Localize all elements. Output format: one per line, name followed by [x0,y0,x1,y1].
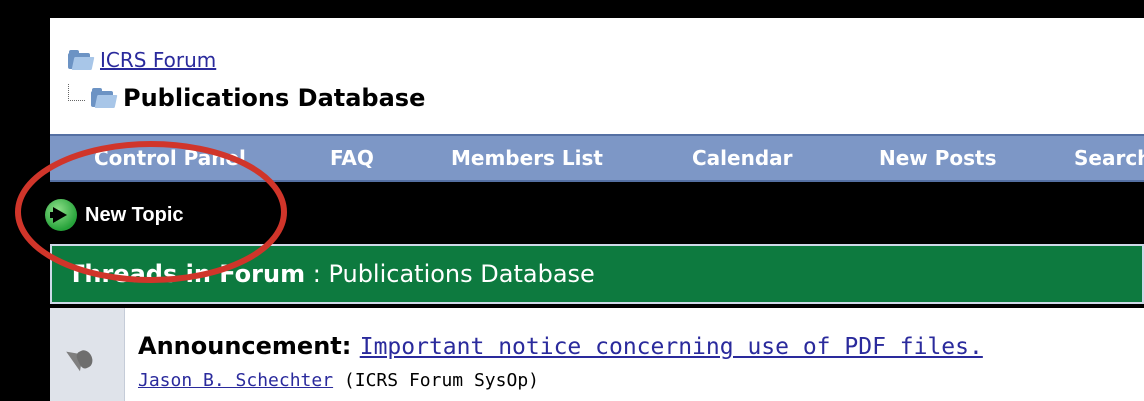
threads-header: Threads in Forum : Publications Database [50,244,1144,304]
forum-page: ICRS Forum Publications Database Control… [40,12,1144,401]
new-topic-button[interactable]: New Topic [45,199,184,231]
breadcrumb-current: Publications Database [68,83,426,112]
announcement-row: Announcement: Important notice concernin… [50,308,1144,401]
threads-header-text: Threads in Forum : Publications Database [68,260,595,288]
page-title: Publications Database [123,84,426,112]
nav-faq[interactable]: FAQ [330,136,374,180]
threads-header-forum-name: Publications Database [328,260,595,288]
announcement-author-role: (ICRS Forum SysOp) [343,370,539,391]
nav-control-panel[interactable]: Control Panel [94,136,246,180]
breadcrumb: ICRS Forum Publications Database [50,18,1144,134]
folder-open-icon [91,88,118,108]
announcement-author-line: Jason B. Schechter (ICRS Forum SysOp) [138,370,539,391]
folder-icon [68,50,95,70]
tree-connector-icon [68,83,85,101]
threads-header-separator: : [305,260,329,288]
nav-new-posts[interactable]: New Posts [879,136,997,180]
breadcrumb-parent-link[interactable]: ICRS Forum [100,48,216,72]
announcement-line: Announcement: Important notice concernin… [138,332,983,360]
new-topic-label: New Topic [85,203,184,226]
go-arrow-icon [45,199,77,231]
nav-search[interactable]: Search [1074,136,1144,180]
nav-members-list[interactable]: Members List [451,136,603,180]
announcement-colon: : [341,332,360,360]
megaphone-icon [66,344,96,372]
nav-calendar[interactable]: Calendar [692,136,793,180]
announcement-prefix: Announcement [138,332,342,360]
announcement-title-link[interactable]: Important notice concerning use of PDF f… [360,334,983,360]
nav-bar: Control Panel FAQ Members List Calendar … [50,134,1144,182]
breadcrumb-parent: ICRS Forum [68,48,216,72]
announcement-author-link[interactable]: Jason B. Schechter [138,370,333,391]
threads-header-label: Threads in Forum [68,260,306,288]
top-border [0,0,1144,12]
announcement-icon-cell [50,308,125,401]
